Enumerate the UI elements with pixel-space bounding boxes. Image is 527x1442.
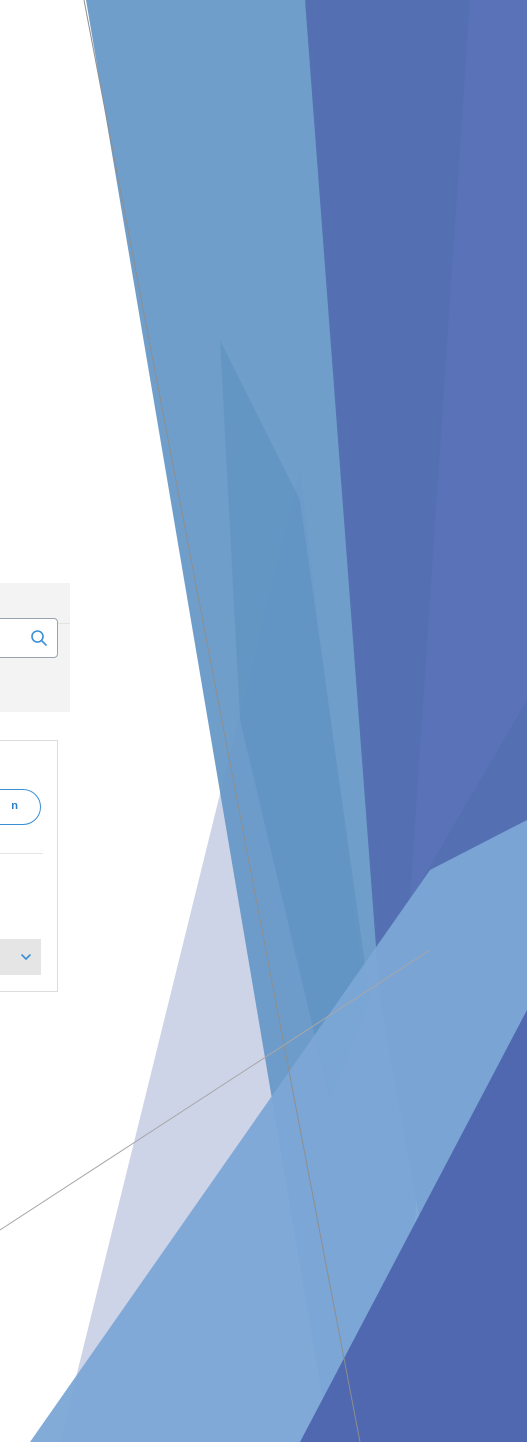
- search-icon[interactable]: [29, 628, 49, 648]
- dropdown-select[interactable]: [0, 939, 41, 975]
- card-separator: [0, 853, 43, 854]
- slide-canvas: n: [0, 0, 527, 1442]
- decorative-shapes: [0, 0, 527, 1442]
- search-input[interactable]: [0, 618, 58, 658]
- action-button[interactable]: n: [0, 789, 41, 825]
- action-button-label: n: [11, 800, 18, 812]
- chevron-down-icon: [21, 954, 31, 960]
- content-card: n: [0, 740, 58, 992]
